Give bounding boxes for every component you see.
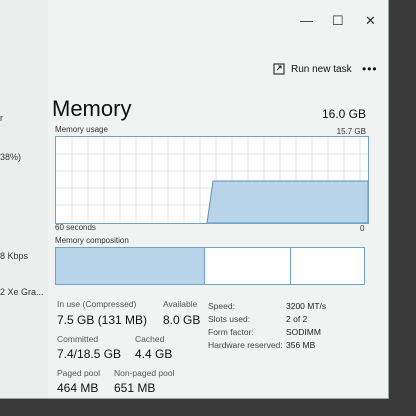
- run-task-icon: [273, 63, 285, 75]
- run-new-task-label: Run new task: [291, 63, 352, 75]
- graph-time-end: 0: [360, 224, 365, 233]
- close-button[interactable]: ✕: [365, 14, 376, 27]
- committed-value: 7.4/18.5 GB: [57, 347, 122, 361]
- available-label: Available: [163, 299, 198, 309]
- memory-composition-label: Memory composition: [55, 236, 129, 245]
- memory-usage-label: Memory usage: [55, 125, 108, 134]
- hardware-reserved-label: Hardware reserved:: [208, 340, 283, 350]
- committed-label: Committed: [57, 334, 99, 344]
- total-memory: 16.0 GB: [321, 107, 366, 121]
- speed-label: Speed:: [208, 301, 235, 311]
- hardware-reserved-value: 356 MB: [286, 340, 316, 350]
- sidebar-item-label[interactable]: 2 Xe Gra...: [0, 287, 44, 297]
- nonpaged-pool-value: 651 MB: [114, 381, 156, 395]
- cached-value: 4.4 GB: [135, 347, 173, 361]
- sidebar-item-label[interactable]: 8 Kbps: [0, 251, 28, 261]
- slots-value: 2 of 2: [286, 314, 308, 324]
- minimize-button[interactable]: —: [300, 14, 313, 27]
- form-factor-value: SODIMM: [286, 327, 321, 337]
- paged-pool-value: 464 MB: [57, 381, 99, 395]
- task-manager-window: r 38%) 8 Kbps 2 Xe Gra... — ☐ ✕ Run new …: [0, 0, 389, 399]
- composition-modified: [206, 248, 291, 284]
- available-value: 8.0 GB: [163, 313, 201, 327]
- in-use-value: 7.5 GB (131 MB): [57, 313, 148, 327]
- sidebar-item-label[interactable]: r: [0, 113, 3, 123]
- graph-time-start: 60 seconds: [55, 223, 96, 232]
- in-use-label: In use (Compressed): [57, 299, 137, 309]
- slots-label: Slots used:: [208, 314, 251, 324]
- speed-value: 3200 MT/s: [286, 301, 327, 311]
- sidebar-item-label[interactable]: 38%): [0, 152, 21, 162]
- run-new-task-button[interactable]: Run new task: [273, 63, 352, 75]
- paged-pool-label: Paged pool: [57, 368, 101, 378]
- form-factor-label: Form factor:: [208, 327, 254, 337]
- memory-usage-graph: [55, 136, 369, 224]
- composition-in-use: [56, 248, 205, 284]
- nonpaged-pool-label: Non-paged pool: [114, 368, 175, 378]
- more-options-button[interactable]: •••: [362, 62, 378, 76]
- maximize-button[interactable]: ☐: [332, 14, 344, 27]
- sidebar: r 38%) 8 Kbps 2 Xe Gra...: [0, 0, 48, 398]
- memory-usage-max: 15.7 GB: [336, 127, 366, 136]
- memory-composition-bar: [55, 247, 365, 285]
- page-title: Memory: [52, 96, 132, 121]
- cached-label: Cached: [135, 334, 165, 344]
